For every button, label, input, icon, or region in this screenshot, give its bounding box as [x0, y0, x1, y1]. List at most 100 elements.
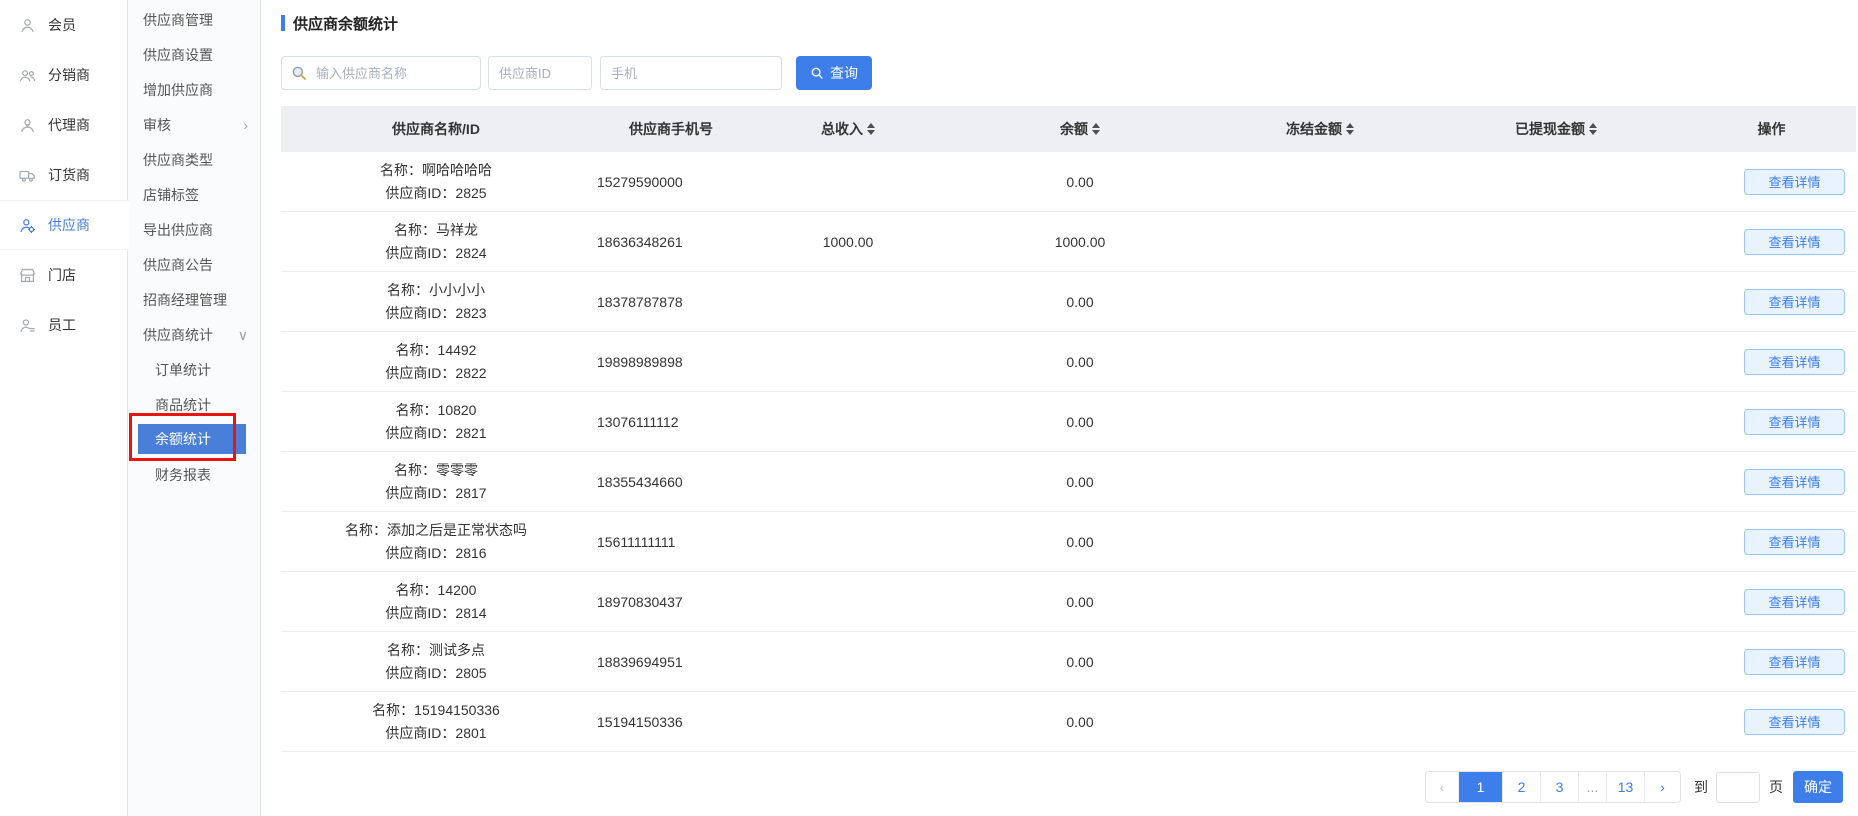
balance-value: 0.00 [945, 534, 1215, 550]
supplier-id: 供应商ID：2817 [281, 483, 591, 503]
view-detail-button[interactable]: 查看详情 [1744, 469, 1845, 495]
supplier-phone: 15194150336 [591, 714, 751, 730]
submenu-item-add-supplier[interactable]: 增加供应商 [128, 72, 260, 107]
sidebar-item-label: 供应商 [48, 215, 90, 235]
supplier-icon [18, 216, 37, 235]
supplier-phone: 15611111111 [591, 534, 751, 550]
sidebar-item-agent[interactable]: 代理商 [0, 100, 128, 150]
supplier-id: 供应商ID：2801 [281, 723, 591, 743]
view-detail-button[interactable]: 查看详情 [1744, 289, 1845, 315]
sort-icon[interactable] [1092, 123, 1100, 135]
submenu-item-export-supplier[interactable]: 导出供应商 [128, 212, 260, 247]
supplier-submenu: 供应商管理 供应商设置 增加供应商 审核 › 供应商类型 店铺标签 导出供应商 … [128, 0, 261, 816]
view-detail-button[interactable]: 查看详情 [1744, 649, 1845, 675]
store-icon [18, 266, 37, 285]
supplier-id: 供应商ID：2805 [281, 663, 591, 683]
submenu-item-merchant-manager[interactable]: 招商经理管理 [128, 282, 260, 317]
submenu-item-audit[interactable]: 审核 › [128, 107, 260, 142]
column-header-phone: 供应商手机号 [591, 119, 751, 139]
table-row: 名称：14492供应商ID：2822 19898989898 0.00 查看详情 [281, 332, 1856, 392]
supplier-id: 供应商ID：2825 [281, 183, 591, 203]
submenu-item-balance-statistics[interactable]: 余额统计 [128, 422, 260, 457]
main-content: 供应商余额统计 查询 供应商名称/ID [261, 0, 1858, 816]
sidebar-item-label: 订货商 [48, 165, 90, 185]
view-detail-button[interactable]: 查看详情 [1744, 349, 1845, 375]
total-income-value: 1000.00 [751, 234, 945, 250]
submenu-item-shop-tags[interactable]: 店铺标签 [128, 177, 260, 212]
submenu-item-label: 订单统计 [155, 360, 211, 380]
submenu-item-order-statistics[interactable]: 订单统计 [128, 352, 260, 387]
supplier-id: 供应商ID：2822 [281, 363, 591, 383]
next-page-icon: › [1660, 779, 1665, 795]
view-detail-button[interactable]: 查看详情 [1744, 589, 1845, 615]
supplier-name: 名称：测试多点 [281, 640, 591, 660]
view-detail-button[interactable]: 查看详情 [1744, 229, 1845, 255]
submenu-item-supplier-settings[interactable]: 供应商设置 [128, 37, 260, 72]
submenu-item-label: 供应商类型 [143, 150, 213, 170]
page-button-3[interactable]: 3 [1540, 772, 1578, 802]
sort-icon[interactable] [1589, 123, 1597, 135]
supplier-phone: 18970830437 [591, 594, 751, 610]
column-header-total-income: 总收入 [751, 119, 945, 139]
next-page-button[interactable]: › [1644, 772, 1680, 802]
page-button-13[interactable]: 13 [1606, 772, 1644, 802]
sort-icon[interactable] [867, 123, 875, 135]
supplier-id: 供应商ID：2823 [281, 303, 591, 323]
sidebar-item-orderer[interactable]: 订货商 [0, 150, 128, 200]
app-window: 会员 分销商 代理商 订货商 供应商 [0, 0, 1858, 816]
balance-value: 1000.00 [945, 234, 1215, 250]
balance-value: 0.00 [945, 714, 1215, 730]
submenu-item-supplier-type[interactable]: 供应商类型 [128, 142, 260, 177]
submenu-item-label: 供应商设置 [143, 45, 213, 65]
page-jump-input[interactable] [1716, 772, 1760, 803]
sidebar-item-label: 门店 [48, 265, 76, 285]
submenu-item-product-statistics[interactable]: 商品统计 [128, 387, 260, 422]
submenu-item-label: 供应商管理 [143, 10, 213, 30]
submenu-item-financial-report[interactable]: 财务报表 [128, 457, 260, 492]
table-row: 名称：14200供应商ID：2814 18970830437 0.00 查看详情 [281, 572, 1856, 632]
view-detail-button[interactable]: 查看详情 [1744, 169, 1845, 195]
view-detail-button[interactable]: 查看详情 [1744, 529, 1845, 555]
supplier-phone: 18839694951 [591, 654, 751, 670]
submenu-item-supplier-statistics[interactable]: 供应商统计 ∨ [128, 317, 260, 352]
sidebar-item-member[interactable]: 会员 [0, 0, 128, 50]
supplier-name-input-wrap [281, 56, 481, 90]
submenu-item-supplier-management[interactable]: 供应商管理 [128, 2, 260, 37]
supplier-id: 供应商ID：2814 [281, 603, 591, 623]
submenu-item-label: 店铺标签 [143, 185, 199, 205]
sort-icon[interactable] [1346, 123, 1354, 135]
query-button[interactable]: 查询 [796, 56, 872, 90]
submenu-item-label: 增加供应商 [143, 80, 213, 100]
page-button-2[interactable]: 2 [1502, 772, 1540, 802]
view-detail-button[interactable]: 查看详情 [1744, 709, 1845, 735]
prev-page-icon: ‹ [1440, 779, 1445, 795]
table-row: 名称：马祥龙供应商ID：2824 18636348261 1000.00 100… [281, 212, 1856, 272]
view-detail-button[interactable]: 查看详情 [1744, 409, 1845, 435]
page-button-1[interactable]: 1 [1458, 772, 1502, 802]
supplier-id: 供应商ID：2821 [281, 423, 591, 443]
distributor-icon [18, 66, 37, 85]
supplier-name-input[interactable] [281, 56, 481, 90]
table-row: 名称：15194150336供应商ID：2801 15194150336 0.0… [281, 692, 1856, 752]
search-icon [810, 66, 824, 80]
table-row: 名称：零零零供应商ID：2817 18355434660 0.00 查看详情 [281, 452, 1856, 512]
sidebar-item-distributor[interactable]: 分销商 [0, 50, 128, 100]
phone-input[interactable] [600, 56, 782, 90]
balance-value: 0.00 [945, 414, 1215, 430]
table-row: 名称：啊哈哈哈哈供应商ID：2825 15279590000 0.00 查看详情 [281, 152, 1856, 212]
page-header: 供应商余额统计 [281, 14, 1856, 32]
confirm-button[interactable]: 确定 [1793, 771, 1843, 803]
sidebar-item-label: 会员 [48, 15, 76, 35]
supplier-id-input[interactable] [488, 56, 592, 90]
sidebar-item-staff[interactable]: 员工 [0, 300, 128, 350]
balance-value: 0.00 [945, 294, 1215, 310]
pagination-bar: ‹ 1 2 3 ... 13 › 到 页 确定 [281, 770, 1856, 804]
submenu-item-supplier-announcement[interactable]: 供应商公告 [128, 247, 260, 282]
pager-group: ‹ 1 2 3 ... 13 › [1425, 771, 1681, 803]
balance-value: 0.00 [945, 594, 1215, 610]
prev-page-button[interactable]: ‹ [1426, 772, 1458, 802]
supplier-phone: 19898989898 [591, 354, 751, 370]
sidebar-item-store[interactable]: 门店 [0, 250, 128, 300]
supplier-name: 名称：零零零 [281, 460, 591, 480]
sidebar-item-supplier[interactable]: 供应商 [0, 200, 129, 250]
